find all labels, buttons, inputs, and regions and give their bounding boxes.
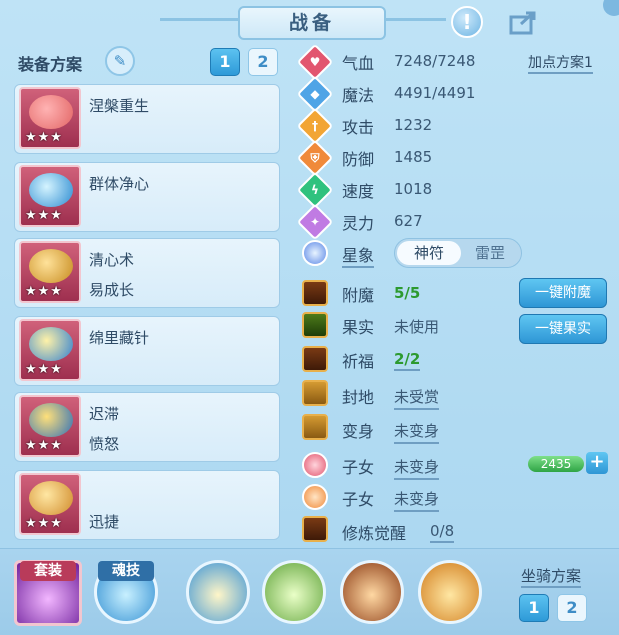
equip-plan-1-button[interactable]: 1 xyxy=(210,48,240,76)
equip-effect-name: 愤怒 xyxy=(89,435,120,453)
child-label-1: 子女 xyxy=(342,458,375,477)
heart-icon: ♥ xyxy=(296,43,334,81)
equip-slot-1[interactable]: ★★★ 涅槃重生 xyxy=(14,84,280,154)
child-xp-bar: 2435 xyxy=(528,456,584,472)
skill-slot-2-icon[interactable] xyxy=(262,560,326,624)
stat-value-speed: 1018 xyxy=(394,180,433,198)
cultivation-icon xyxy=(302,516,328,542)
equip-panel: 装备方案 ✎ 1 2 ★★★ 涅槃重生 ★★★ 群体净心 ★★★ 清心术 易成长 xyxy=(8,40,290,540)
exclamation-icon[interactable]: ! xyxy=(451,6,483,38)
stat-label-speed: 速度 xyxy=(342,182,375,201)
equip-slot-3[interactable]: ★★★ 清心术 易成长 xyxy=(14,238,280,308)
blessing-label: 祈福 xyxy=(342,352,375,371)
skill-slot-4-icon[interactable] xyxy=(418,560,482,624)
child-value-2[interactable]: 未变身 xyxy=(394,488,440,512)
equip-effect-name: 迟滞 xyxy=(89,405,120,423)
equip-slot-5[interactable]: ★★★ 迟滞 愤怒 xyxy=(14,392,280,462)
plus-icon[interactable]: + xyxy=(586,452,608,474)
equip-effect-name: 绵里藏针 xyxy=(89,329,150,347)
one-click-fruit-button[interactable]: 一键果实 xyxy=(519,314,607,344)
stat-value-defense: 1485 xyxy=(394,148,433,166)
equip-effect-name: 易成长 xyxy=(89,281,135,299)
child-label-2: 子女 xyxy=(342,490,375,509)
fief-label: 封地 xyxy=(342,388,375,407)
mount-plan-1-button[interactable]: 1 xyxy=(519,594,549,622)
mana-icon: ◆ xyxy=(296,75,334,113)
transform-label: 变身 xyxy=(342,422,375,441)
title-decoration-right xyxy=(386,18,446,21)
defense-icon: ⛨ xyxy=(296,139,334,177)
equip-effect-name: 迅捷 xyxy=(89,513,120,531)
weapon-item-icon: ★★★ xyxy=(19,87,81,149)
stat-label-defense: 防御 xyxy=(342,150,375,169)
share-icon[interactable] xyxy=(508,6,540,38)
equip-slot-2[interactable]: ★★★ 群体净心 xyxy=(14,162,280,232)
fruit-label: 果实 xyxy=(342,318,375,337)
stat-value-hp: 7248/7248 xyxy=(394,52,476,70)
fief-value[interactable]: 未受赏 xyxy=(394,386,440,410)
toggle-option-shenfu[interactable]: 神符 xyxy=(397,241,461,265)
blessing-value[interactable]: 2/2 xyxy=(394,350,421,371)
stat-label-hp: 气血 xyxy=(342,54,375,73)
mount-plan-title: 坐骑方案 xyxy=(521,565,582,588)
equip-slot-6[interactable]: ★★★ 迅捷 xyxy=(14,470,280,540)
attribute-plan-link[interactable]: 加点方案1 xyxy=(528,52,593,74)
child-value-1[interactable]: 未变身 xyxy=(394,456,440,480)
fruit-icon xyxy=(302,312,328,338)
equip-effect-name: 涅槃重生 xyxy=(89,97,150,115)
boots-item-icon: ★★★ xyxy=(19,473,81,535)
cultivation-label: 修炼觉醒 xyxy=(342,524,407,543)
constellation-icon xyxy=(302,240,328,266)
equip-effect-name: 清心术 xyxy=(89,251,135,269)
stat-label-spirit: 灵力 xyxy=(342,214,375,233)
battle-prep-window: 战备 ! 装备方案 ✎ 1 2 ★★★ 涅槃重生 ★★★ 群体净心 ★★★ 清心… xyxy=(0,0,619,635)
transform-icon xyxy=(302,414,328,440)
enchant-icon xyxy=(302,280,328,306)
fruit-value: 未使用 xyxy=(394,318,440,336)
stat-value-attack: 1232 xyxy=(394,116,433,134)
stat-value-mp: 4491/4491 xyxy=(394,84,476,102)
helmet-item-icon: ★★★ xyxy=(19,165,81,227)
child-icon xyxy=(302,452,328,478)
speed-icon: ϟ xyxy=(296,171,334,209)
title-decoration-left xyxy=(160,18,238,21)
child-icon xyxy=(302,484,328,510)
constellation-label[interactable]: 星象 xyxy=(342,242,375,268)
toggle-option-leigang[interactable]: 雷罡 xyxy=(461,241,519,265)
enchant-value: 5/5 xyxy=(394,284,421,302)
mount-plan-2-button[interactable]: 2 xyxy=(557,594,587,622)
belt-item-icon: ★★★ xyxy=(19,395,81,457)
armor-item-icon: ★★★ xyxy=(19,241,81,303)
soul-tag: 魂技 xyxy=(98,561,154,581)
cultivation-value[interactable]: 0/8 xyxy=(430,522,455,543)
spirit-icon: ✦ xyxy=(296,203,334,241)
window-title: 战备 xyxy=(238,6,386,40)
skill-slot-3-icon[interactable] xyxy=(340,560,404,624)
equip-panel-title: 装备方案 xyxy=(18,55,83,74)
constellation-toggle[interactable]: 神符 雷罡 xyxy=(394,238,522,268)
equip-effect-name: 群体净心 xyxy=(89,175,150,193)
edit-pen-icon[interactable]: ✎ xyxy=(105,46,135,76)
blessing-icon xyxy=(302,346,328,372)
set-tag: 套装 xyxy=(20,561,76,581)
stat-label-mp: 魔法 xyxy=(342,86,375,105)
stat-value-spirit: 627 xyxy=(394,212,423,230)
attack-icon: † xyxy=(296,107,334,145)
enchant-label: 附魔 xyxy=(342,286,375,305)
equip-slot-4[interactable]: ★★★ 绵里藏针 xyxy=(14,316,280,386)
fief-icon xyxy=(302,380,328,406)
skill-slot-1-icon[interactable] xyxy=(186,560,250,624)
close-icon[interactable] xyxy=(603,0,619,16)
transform-value[interactable]: 未变身 xyxy=(394,420,440,444)
equip-plan-2-button[interactable]: 2 xyxy=(248,48,278,76)
necklace-item-icon: ★★★ xyxy=(19,319,81,381)
stat-label-attack: 攻击 xyxy=(342,118,375,137)
one-click-enchant-button[interactable]: 一键附魔 xyxy=(519,278,607,308)
